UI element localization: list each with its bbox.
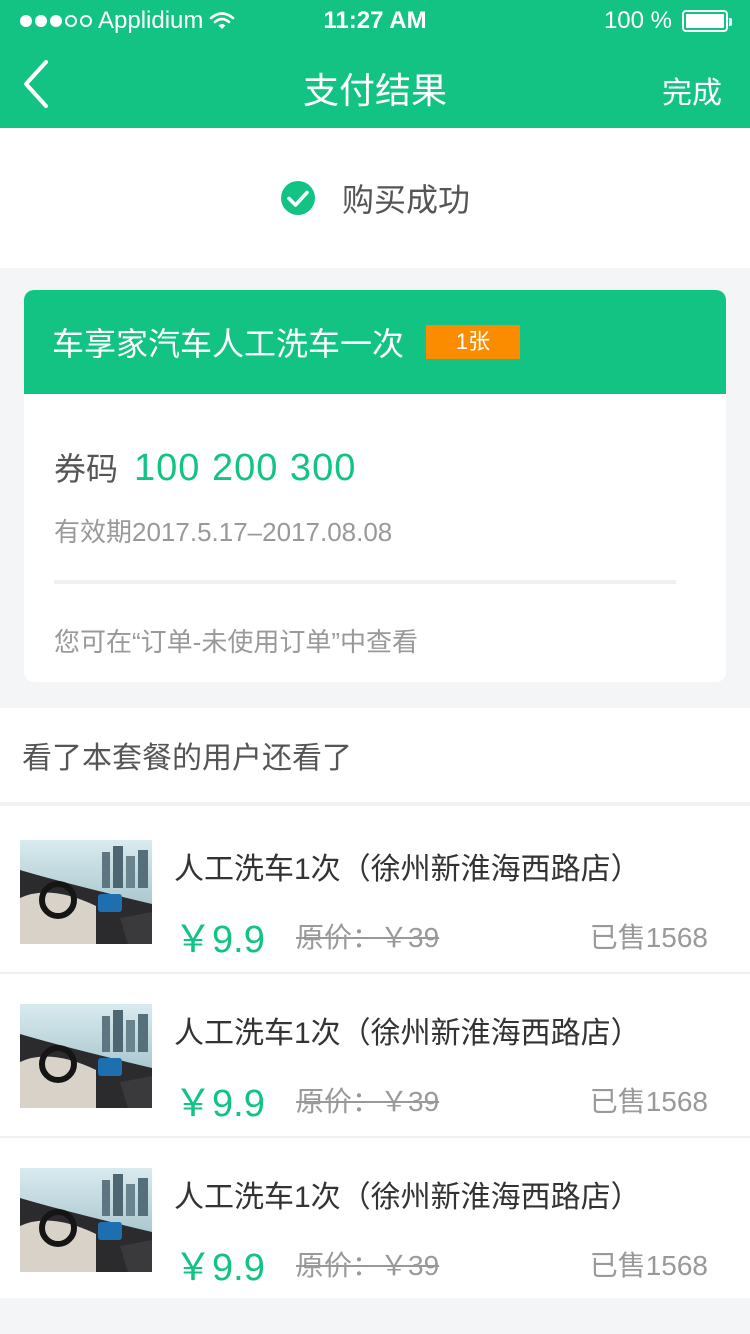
original-price: 原价：￥39 — [296, 1250, 440, 1281]
list-item[interactable]: 人工洗车1次（徐州新淮海西路店） ￥9.9 原价：￥39 已售1568 — [0, 974, 750, 1138]
product-name: 人工洗车1次（徐州新淮海西路店） — [174, 1181, 641, 1214]
list-item[interactable]: 人工洗车1次（徐州新淮海西路店） ￥9.9 原价：￥39 已售1568 — [0, 1138, 750, 1302]
divider — [54, 580, 676, 584]
product-thumbnail — [20, 840, 152, 944]
list-item[interactable]: 人工洗车1次（徐州新淮海西路店） ￥9.9 原价：￥39 已售1568 — [0, 810, 750, 974]
done-button[interactable]: 完成 — [662, 68, 722, 112]
battery-icon — [682, 10, 732, 32]
product-price: ￥9.9 — [174, 1083, 265, 1125]
ticket-card: 车享家汽车人工洗车一次 1张 券码 100 200 300 有效期2017.5.… — [24, 290, 726, 682]
battery-percent: 100 % — [603, 7, 672, 34]
coupon-code-value: 100 200 300 — [134, 447, 357, 489]
quantity-badge: 1张 — [426, 325, 521, 359]
top-bar: Applidium 11:27 AM 100 % 支付结果 完成 — [0, 0, 750, 128]
product-name: 人工洗车1次（徐州新淮海西路店） — [174, 1017, 641, 1050]
recommendation-heading: 看了本套餐的用户还看了 — [0, 708, 750, 806]
success-banner: 购买成功 — [0, 128, 750, 268]
validity-period: 有效期2017.5.17–2017.08.08 — [54, 517, 393, 547]
page-title: 支付结果 — [302, 70, 447, 111]
ticket-header: 车享家汽车人工洗车一次 1张 — [24, 290, 726, 394]
check-circle-icon — [280, 181, 315, 215]
success-text: 购买成功 — [341, 182, 470, 218]
recommendation-section: 看了本套餐的用户还看了 人工洗车1次（徐州新淮海西路店） ￥9.9 原价：￥39… — [0, 708, 750, 1298]
product-price: ￥9.9 — [174, 1247, 265, 1289]
order-hint: 您可在“订单-未使用订单”中查看 — [54, 627, 418, 657]
nav-bar: 支付结果 完成 — [0, 40, 750, 128]
coupon-code-row: 券码 100 200 300 — [54, 444, 356, 490]
product-price: ￥9.9 — [174, 919, 265, 961]
sold-count: 已售1568 — [589, 1250, 708, 1281]
original-price: 原价：￥39 — [296, 1086, 440, 1117]
product-thumbnail — [20, 1004, 152, 1108]
product-name: 人工洗车1次（徐州新淮海西路店） — [174, 853, 641, 886]
battery-group: 100 % — [603, 7, 732, 35]
original-price: 原价：￥39 — [296, 922, 440, 953]
coupon-code-label: 券码 — [54, 451, 119, 487]
status-bar: Applidium 11:27 AM 100 % — [0, 0, 750, 40]
sold-count: 已售1568 — [589, 922, 708, 953]
sold-count: 已售1568 — [589, 1086, 708, 1117]
product-thumbnail — [20, 1168, 152, 1272]
ticket-title: 车享家汽车人工洗车一次 — [52, 326, 405, 362]
